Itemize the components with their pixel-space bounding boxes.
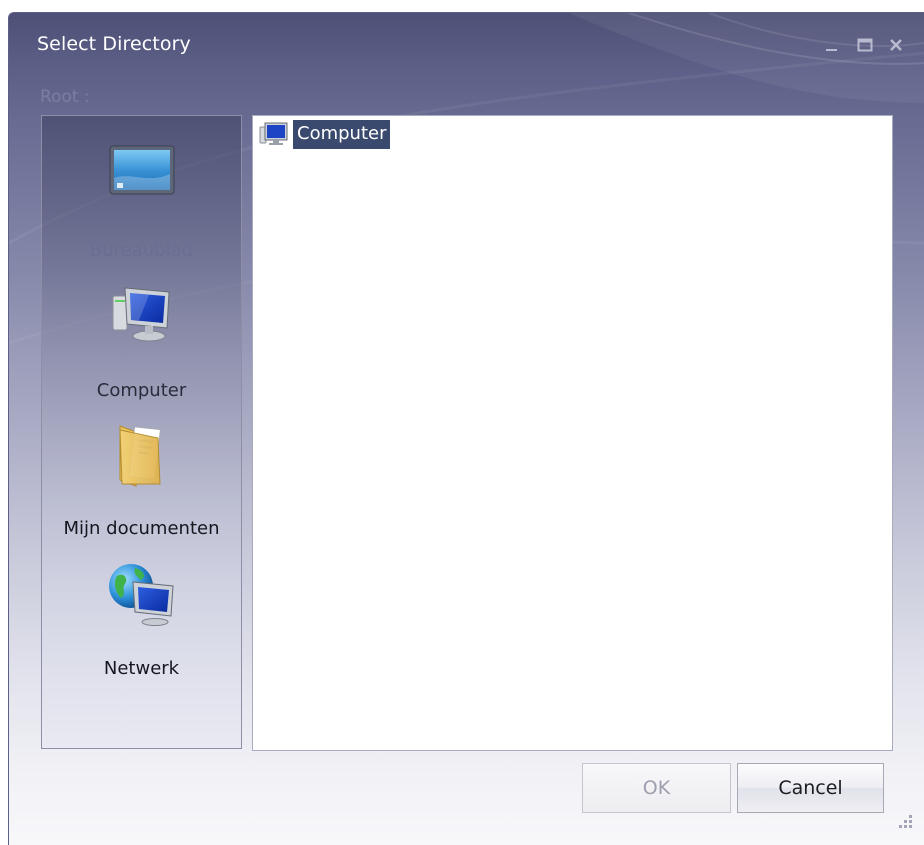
tree-node-label: Computer [293, 119, 391, 149]
cancel-button[interactable]: Cancel [737, 763, 884, 813]
ok-button[interactable]: OK [582, 763, 731, 813]
place-desktop[interactable]: Bureaublad [42, 144, 241, 264]
close-icon [890, 39, 902, 51]
tree-node-computer[interactable]: Computer [259, 119, 391, 149]
documents-folder-icon [118, 425, 161, 487]
directory-tree[interactable]: Computer [252, 115, 893, 751]
maximize-icon [857, 38, 873, 52]
place-label: Bureaublad [89, 240, 194, 261]
desktop-icon [109, 145, 174, 195]
window-title: Select Directory [37, 33, 191, 55]
minimize-button[interactable] [819, 31, 845, 59]
root-label: Root : [40, 87, 90, 107]
resize-grip-icon[interactable] [895, 811, 915, 831]
place-label: Netwerk [103, 658, 180, 679]
select-directory-dialog: Select Directory Root : Bureaublad Compu… [8, 12, 924, 845]
close-button[interactable] [883, 31, 909, 59]
place-computer[interactable]: Computer [42, 284, 241, 404]
place-label: Mijn documenten [63, 518, 220, 539]
computer-icon [112, 287, 170, 342]
place-label: Computer [96, 380, 187, 401]
place-network[interactable]: Netwerk [42, 562, 241, 682]
network-icon [108, 564, 174, 626]
minimize-icon [826, 49, 837, 51]
place-my-documents[interactable]: Mijn documenten [42, 422, 241, 542]
maximize-button[interactable] [852, 31, 878, 59]
computer-icon [259, 122, 288, 145]
places-bar: Bureaublad Computer Mijn documenten Netw… [41, 115, 242, 749]
